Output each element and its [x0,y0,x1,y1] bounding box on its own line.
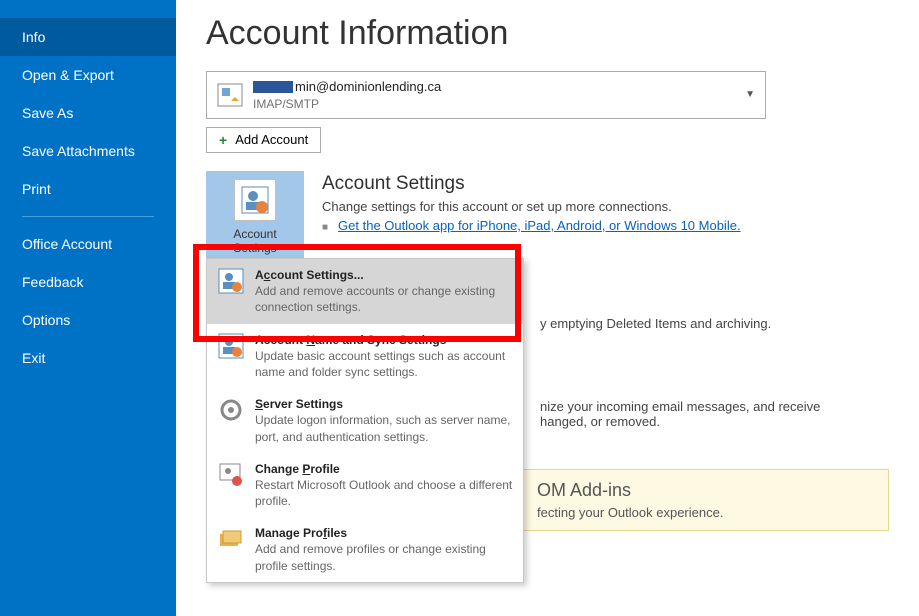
sidebar-divider [22,216,154,217]
addins-warning-box: OM Add-ins fecting your Outlook experien… [522,469,889,531]
addins-desc-partial: fecting your Outlook experience. [537,505,874,520]
folders-icon [217,525,245,553]
menu-item-server-settings[interactable]: Server Settings Update logon information… [207,388,523,453]
account-type: IMAP/SMTP [253,96,441,112]
menu-item-name-sync[interactable]: Account Name and Sync Settings Update ba… [207,324,523,389]
account-selector[interactable]: min@dominionlending.ca IMAP/SMTP ▼ [206,71,766,119]
mailbox-partial-text: y emptying Deleted Items and archiving. [540,316,889,331]
add-account-label: Add Account [235,132,308,147]
sidebar-item-feedback[interactable]: Feedback [0,263,176,301]
account-sync-icon [217,332,245,360]
sidebar-item-save-as[interactable]: Save As [0,94,176,132]
account-settings-icon [234,179,276,221]
menu-item-account-settings[interactable]: Account Settings... Add and remove accou… [207,259,523,324]
profile-icon [217,461,245,489]
rules-partial-text-2: hanged, or removed. [540,414,889,429]
account-settings-heading: Account Settings [322,173,889,195]
sidebar-item-exit[interactable]: Exit [0,339,176,377]
bullet-icon: ■ [322,222,328,233]
account-settings-button-label: Account Settings [210,227,300,256]
menu-desc: Add and remove accounts or change existi… [255,283,513,315]
account-settings-desc: Change settings for this account or set … [322,199,889,214]
menu-item-manage-profiles[interactable]: Manage Profiles Add and remove profiles … [207,517,523,582]
plus-icon: + [219,132,227,148]
page-title: Account Information [206,14,889,53]
sidebar-item-open-export[interactable]: Open & Export [0,56,176,94]
redacted-block [253,81,293,93]
sidebar-item-print[interactable]: Print [0,170,176,208]
gear-icon [217,396,245,424]
chevron-down-icon: ▼ [745,89,755,100]
add-account-button[interactable]: + Add Account [206,127,321,153]
sidebar-item-options[interactable]: Options [0,301,176,339]
backstage-sidebar: Info Open & Export Save As Save Attachme… [0,0,176,616]
account-icon [217,83,243,107]
menu-desc: Update basic account settings such as ac… [255,348,513,380]
sidebar-item-save-attachments[interactable]: Save Attachments [0,132,176,170]
menu-desc: Restart Microsoft Outlook and choose a d… [255,477,513,509]
account-settings-icon [217,267,245,295]
get-outlook-app-link[interactable]: Get the Outlook app for iPhone, iPad, An… [338,218,741,233]
account-settings-dropdown: Account Settings... Add and remove accou… [206,258,524,583]
menu-desc: Add and remove profiles or change existi… [255,541,513,573]
menu-item-change-profile[interactable]: Change Profile Restart Microsoft Outlook… [207,453,523,518]
rules-partial-text-1: nize your incoming email messages, and r… [540,399,889,414]
account-email-suffix: min@dominionlending.ca [295,79,441,94]
menu-desc: Update logon information, such as server… [255,412,513,444]
account-info: min@dominionlending.ca IMAP/SMTP [253,78,441,112]
sidebar-item-office-account[interactable]: Office Account [0,225,176,263]
addins-title-partial: OM Add-ins [537,480,874,501]
sidebar-item-info[interactable]: Info [0,18,176,56]
